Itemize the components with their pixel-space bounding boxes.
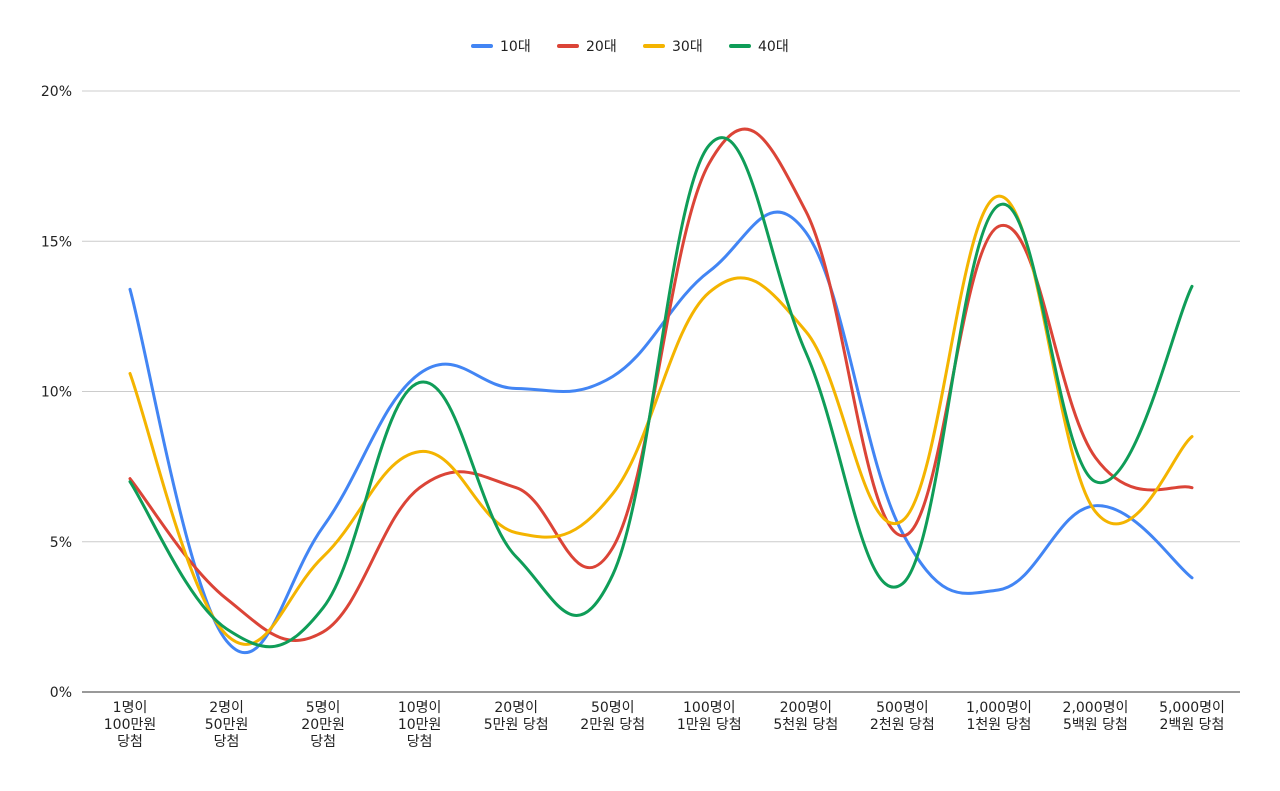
legend-label: 30대 — [672, 39, 703, 55]
x-tick-label: 5,000명이 2백원 당첨 — [1159, 700, 1225, 733]
legend-label: 20대 — [586, 39, 617, 55]
chart-legend: 10대 20대 30대 40대 — [471, 39, 789, 55]
y-tick-label: 20% — [41, 84, 72, 100]
x-tick-label: 2,000명이 5백원 당첨 — [1063, 700, 1129, 733]
y-tick-label: 5% — [50, 535, 72, 551]
legend-item: 30대 — [643, 39, 703, 55]
legend-item: 10대 — [471, 39, 531, 55]
x-tick-label: 500명이 2천원 당첨 — [870, 700, 935, 733]
y-tick-label: 0% — [50, 685, 72, 701]
chart-gridlines — [82, 90, 1240, 543]
line-chart: 10대 20대 30대 40대 0% 5% 10% 15% 20% 1명이 100만원 당첨 2명이… — [41, 39, 1240, 750]
x-tick-label: 2명이 50만원 당첨 — [205, 700, 249, 750]
x-tick-label: 100명이 1만원 당첨 — [677, 700, 742, 733]
x-tick-label: 5명이 20만원 당첨 — [301, 700, 345, 750]
y-axis-tick-labels: 0% 5% 10% 15% 20% — [41, 84, 72, 701]
x-tick-label: 10명이 10만원 당첨 — [398, 700, 442, 750]
legend-label: 10대 — [500, 39, 531, 55]
chart-series — [128, 127, 1194, 655]
y-tick-label: 15% — [41, 234, 72, 250]
x-tick-label: 1,000명이 1천원 당첨 — [966, 700, 1032, 733]
x-axis: 1명이 100만원 당첨 2명이 50만원 당첨 5명이 20만원 당첨 10명이 10만원 당첨 20… — [82, 691, 1240, 750]
x-tick-label: 1명이 100만원 당첨 — [104, 700, 156, 750]
series-line-40대 — [128, 136, 1194, 649]
x-tick-label: 20명이 5만원 당첨 — [484, 700, 549, 733]
series-line-10대 — [128, 210, 1194, 655]
x-tick-label: 50명이 2만원 당첨 — [580, 700, 645, 733]
y-tick-label: 10% — [41, 385, 72, 401]
x-tick-label: 200명이 5천원 당첨 — [773, 700, 838, 733]
legend-item: 40대 — [729, 39, 789, 55]
legend-item: 20대 — [557, 39, 617, 55]
legend-label: 40대 — [758, 39, 789, 55]
